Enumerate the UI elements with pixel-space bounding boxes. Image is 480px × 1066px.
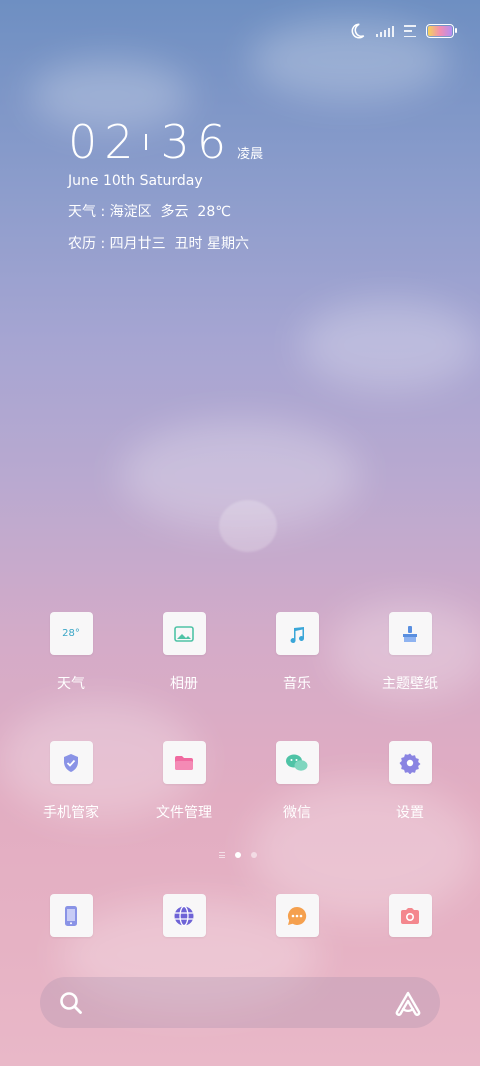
app-weather[interactable]: 28° 天气	[21, 612, 121, 693]
search-icon[interactable]	[58, 990, 84, 1016]
messages-icon[interactable]	[275, 894, 319, 937]
clock-minutes: 36	[160, 115, 234, 169]
app-security[interactable]: 手机管家	[21, 741, 121, 822]
clock-widget[interactable]: 02 36 凌晨	[68, 118, 263, 166]
wifi-icon	[404, 25, 416, 37]
clock-separator	[144, 134, 147, 150]
cloud	[300, 300, 480, 390]
app-label: 手机管家	[43, 805, 99, 821]
battery-icon	[426, 24, 457, 38]
app-label: 音乐	[283, 676, 311, 692]
battery-fill	[428, 26, 452, 36]
weather-text[interactable]: 天气 : 海淀区 多云 28℃	[68, 201, 231, 221]
wechat-icon[interactable]	[275, 741, 319, 784]
app-music[interactable]: 音乐	[247, 612, 347, 693]
browser-icon[interactable]	[162, 894, 206, 937]
status-bar	[348, 22, 457, 40]
weather-temp-badge: 28°	[62, 628, 80, 639]
lunar-text: 农历 : 四月廿三 丑时 星期六	[68, 236, 249, 252]
page-indicator[interactable]	[219, 852, 257, 858]
app-themes[interactable]: 主题壁纸	[360, 612, 460, 693]
moon-icon	[351, 23, 365, 39]
page-dot[interactable]	[251, 852, 257, 858]
weather-icon[interactable]: 28°	[49, 612, 93, 655]
app-wechat[interactable]: 微信	[247, 741, 347, 822]
settings-icon[interactable]	[388, 741, 432, 784]
app-label: 主题壁纸	[382, 676, 438, 692]
page-list-icon	[219, 852, 225, 858]
app-label: 天气	[57, 676, 85, 692]
dock-messages[interactable]	[247, 894, 347, 937]
camera-icon[interactable]	[388, 894, 432, 937]
dock-camera[interactable]	[360, 894, 460, 937]
app-settings[interactable]: 设置	[360, 741, 460, 822]
app-label: 文件管理	[156, 805, 212, 821]
clock-hours: 02	[68, 115, 141, 169]
app-label: 设置	[396, 805, 424, 821]
clock-period: 凌晨	[237, 147, 264, 162]
music-icon[interactable]	[275, 612, 319, 655]
app-gallery[interactable]: 相册	[134, 612, 234, 693]
gallery-icon[interactable]	[162, 612, 206, 655]
date-text: June 10th Saturday	[68, 173, 203, 189]
security-icon[interactable]	[49, 741, 93, 784]
app-label: 微信	[283, 805, 311, 821]
dock-browser[interactable]	[134, 894, 234, 937]
page-dot-active[interactable]	[235, 852, 241, 858]
themes-icon[interactable]	[388, 612, 432, 655]
assistant-icon[interactable]	[394, 990, 422, 1016]
wallpaper-moon	[219, 500, 277, 552]
app-files[interactable]: 文件管理	[134, 741, 234, 822]
signal-icon	[376, 25, 394, 37]
files-icon[interactable]	[162, 741, 206, 784]
dock-phone[interactable]	[21, 894, 121, 937]
phone-icon[interactable]	[49, 894, 93, 937]
search-bar[interactable]	[40, 977, 440, 1028]
app-label: 相册	[170, 676, 198, 692]
